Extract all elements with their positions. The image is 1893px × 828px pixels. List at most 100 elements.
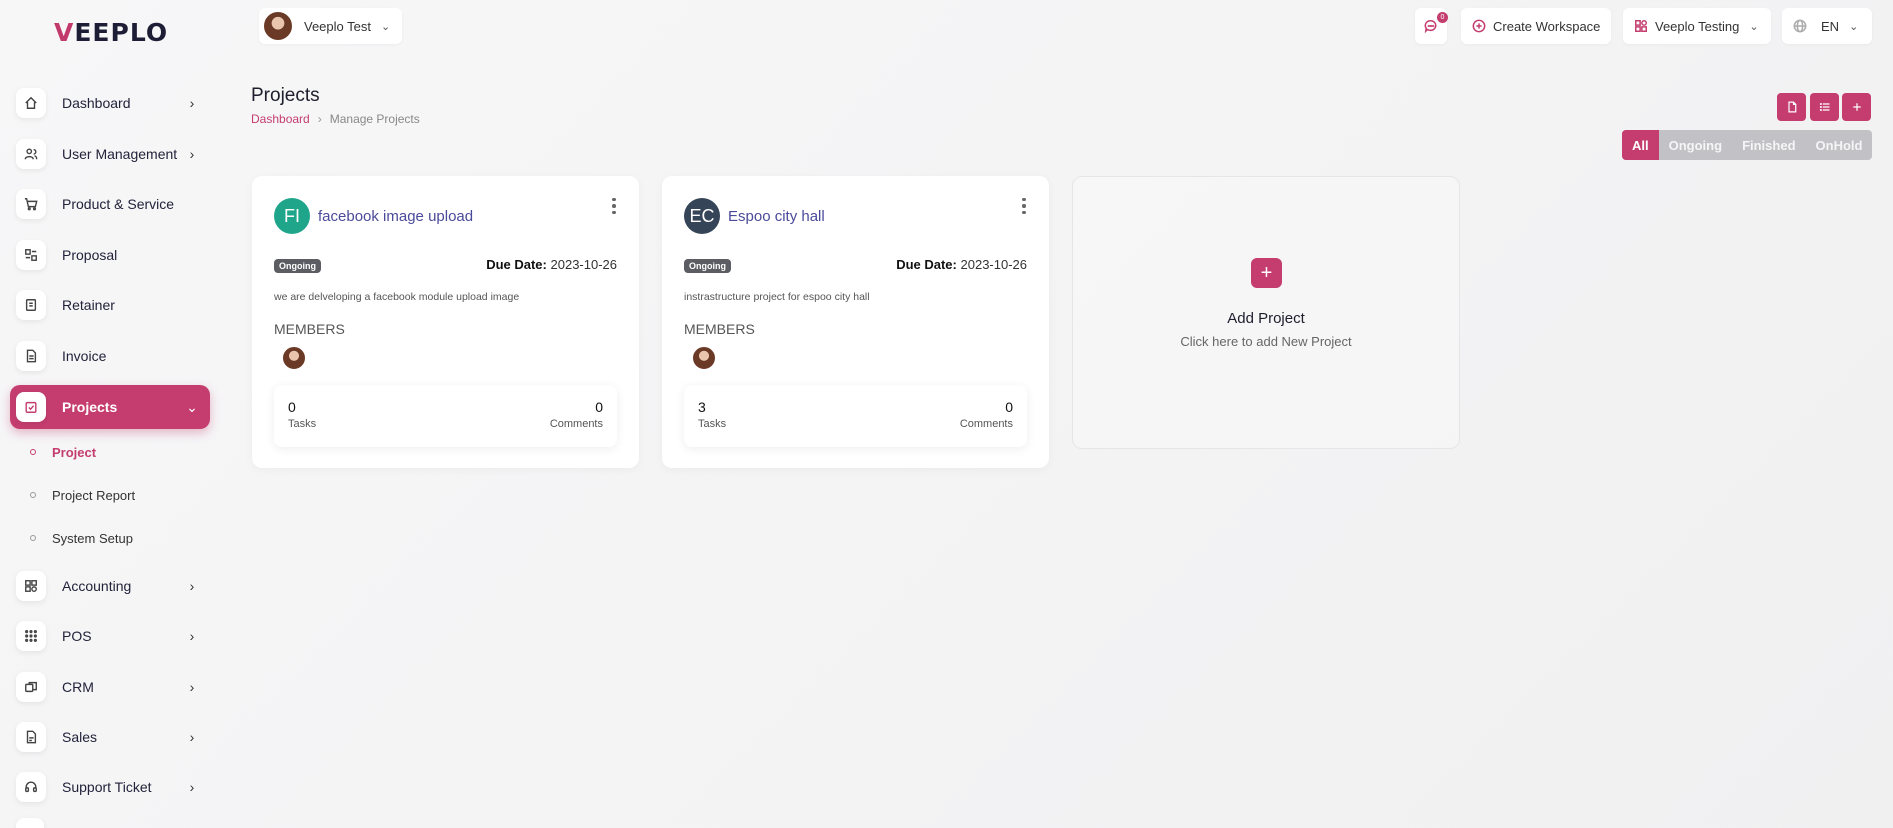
invoice-icon (16, 341, 46, 371)
sidebar-item-invoice[interactable]: Invoice (10, 334, 210, 378)
project-description: we are delveloping a facebook module upl… (274, 291, 520, 303)
due-date-label: Due Date: (896, 257, 957, 272)
due-date-value: 2023-10-26 (550, 257, 618, 272)
filter-onhold[interactable]: OnHold (1806, 130, 1873, 160)
chevron-right-icon: › (189, 779, 195, 795)
sidebar-item-sales[interactable]: Sales › (10, 715, 210, 759)
sidebar-item-label: Support Ticket (62, 779, 152, 795)
language-code: EN (1821, 18, 1840, 34)
sidebar-item-label: CRM (62, 679, 94, 695)
breadcrumb-separator: › (317, 112, 322, 126)
workspace-switcher[interactable]: Veeplo Testing ⌄ (1623, 8, 1771, 44)
home-icon (16, 88, 46, 118)
sidebar-item-dashboard[interactable]: Dashboard › (10, 81, 210, 125)
chevron-right-icon: › (189, 729, 195, 745)
avatar (263, 11, 293, 41)
plus-icon (1852, 103, 1861, 111)
chevron-right-icon: › (189, 146, 195, 162)
chevron-right-icon: › (189, 679, 195, 695)
create-workspace-label: Create Workspace (1493, 18, 1601, 34)
bullet-icon (30, 449, 36, 455)
filter-ongoing[interactable]: Ongoing (1659, 130, 1732, 160)
sidebar-item-label: POS (62, 628, 92, 644)
export-button[interactable] (1777, 93, 1806, 121)
comments-label: Comments (549, 418, 603, 430)
status-filter: All Ongoing Finished OnHold (1622, 130, 1873, 160)
globe-icon (1793, 19, 1807, 33)
chat-icon (1424, 20, 1437, 33)
filter-finished[interactable]: Finished (1732, 130, 1805, 160)
list-view-button[interactable] (1810, 93, 1839, 121)
project-description: instrastructure project for espoo city h… (684, 291, 870, 303)
project-card: EC Espoo city hall Ongoing Due Date: 202… (662, 176, 1049, 468)
sidebar-item-projects[interactable]: Projects ⌄ (10, 385, 210, 429)
breadcrumb-dashboard[interactable]: Dashboard (251, 112, 310, 126)
chevron-down-icon: ⌄ (380, 20, 391, 33)
members-heading: MEMBERS (684, 321, 755, 337)
sidebar-subitem-project[interactable]: Project (30, 441, 96, 463)
comments-count: 0 (595, 399, 603, 415)
sidebar-item-user-management[interactable]: User Management › (10, 132, 210, 176)
chevron-right-icon: › (189, 578, 195, 594)
sidebar-item-crm[interactable]: CRM › (10, 665, 210, 709)
sidebar-subitem-label: Project Report (52, 487, 136, 503)
sidebar-item-label: User Management (62, 146, 178, 162)
due-date-label: Due Date: (486, 257, 547, 272)
tasks-count: 3 (698, 399, 706, 415)
bullet-icon (30, 492, 36, 498)
tasks-count: 0 (288, 399, 296, 415)
app-logo[interactable]: VEEPLO (54, 18, 168, 47)
sidebar-item-label: Invoice (62, 348, 107, 364)
workspace-name: Veeplo Testing (1655, 18, 1740, 34)
sidebar-item-label: Projects (62, 399, 118, 415)
chevron-right-icon: › (189, 628, 195, 644)
project-card: FI facebook image upload Ongoing Due Dat… (252, 176, 639, 468)
project-initials: FI (274, 198, 310, 234)
crm-icon (16, 672, 46, 702)
user-menu[interactable]: Veeplo Test ⌄ (259, 8, 402, 44)
cart-icon (16, 189, 46, 219)
sidebar-item-support-ticket[interactable]: Support Ticket › (10, 765, 210, 809)
filter-all[interactable]: All (1622, 130, 1659, 160)
sidebar-item-label: Proposal (62, 247, 118, 263)
status-badge: Ongoing (274, 259, 321, 273)
sidebar: VEEPLO Dashboard › User Management › Pro… (0, 0, 232, 828)
sidebar-item-accounting[interactable]: Accounting › (10, 564, 210, 608)
more-options-icon[interactable] (1019, 196, 1029, 216)
project-name[interactable]: Espoo city hall (728, 208, 825, 225)
create-workspace-button[interactable]: Create Workspace (1461, 8, 1611, 44)
member-avatar[interactable] (692, 346, 716, 370)
sidebar-subitem-system-setup[interactable]: System Setup (30, 527, 133, 549)
notifications-button[interactable]: 0 (1415, 8, 1448, 44)
sales-icon (16, 722, 46, 752)
project-stats: 0 Tasks 0 Comments (274, 385, 617, 447)
list-icon (1819, 102, 1829, 112)
sidebar-subitem-project-report[interactable]: Project Report (30, 484, 135, 506)
sidebar-item-pos[interactable]: POS › (10, 614, 210, 658)
retainer-icon (16, 290, 46, 320)
comments-count: 0 (1005, 399, 1013, 415)
plus-circle-icon (1472, 19, 1486, 33)
pos-icon (16, 621, 46, 651)
sidebar-item-label: Sales (62, 729, 98, 745)
export-icon (1787, 101, 1796, 113)
page-title: Projects (251, 85, 320, 106)
plus-icon: + (1251, 258, 1282, 288)
member-avatar[interactable] (282, 346, 306, 370)
add-project-button[interactable] (1842, 93, 1871, 121)
sidebar-item-label: Dashboard (62, 95, 131, 111)
chevron-right-icon: › (189, 95, 195, 111)
due-date-value: 2023-10-26 (960, 257, 1028, 272)
sidebar-item-product-service[interactable]: Product & Service (10, 182, 210, 226)
sidebar-subitem-label: System Setup (52, 530, 133, 546)
language-selector[interactable]: EN ⌄ (1782, 8, 1872, 44)
more-options-icon[interactable] (609, 196, 619, 216)
due-date: Due Date: 2023-10-26 (486, 257, 617, 272)
add-project-card[interactable]: + Add Project Click here to add New Proj… (1072, 176, 1460, 449)
add-project-subtitle: Click here to add New Project (1180, 334, 1352, 349)
breadcrumb-current: Manage Projects (329, 112, 420, 126)
project-name[interactable]: facebook image upload (318, 208, 473, 225)
sidebar-item-retainer[interactable]: Retainer (10, 283, 210, 327)
sidebar-item-proposal[interactable]: Proposal (10, 233, 210, 277)
projects-icon (16, 392, 46, 422)
